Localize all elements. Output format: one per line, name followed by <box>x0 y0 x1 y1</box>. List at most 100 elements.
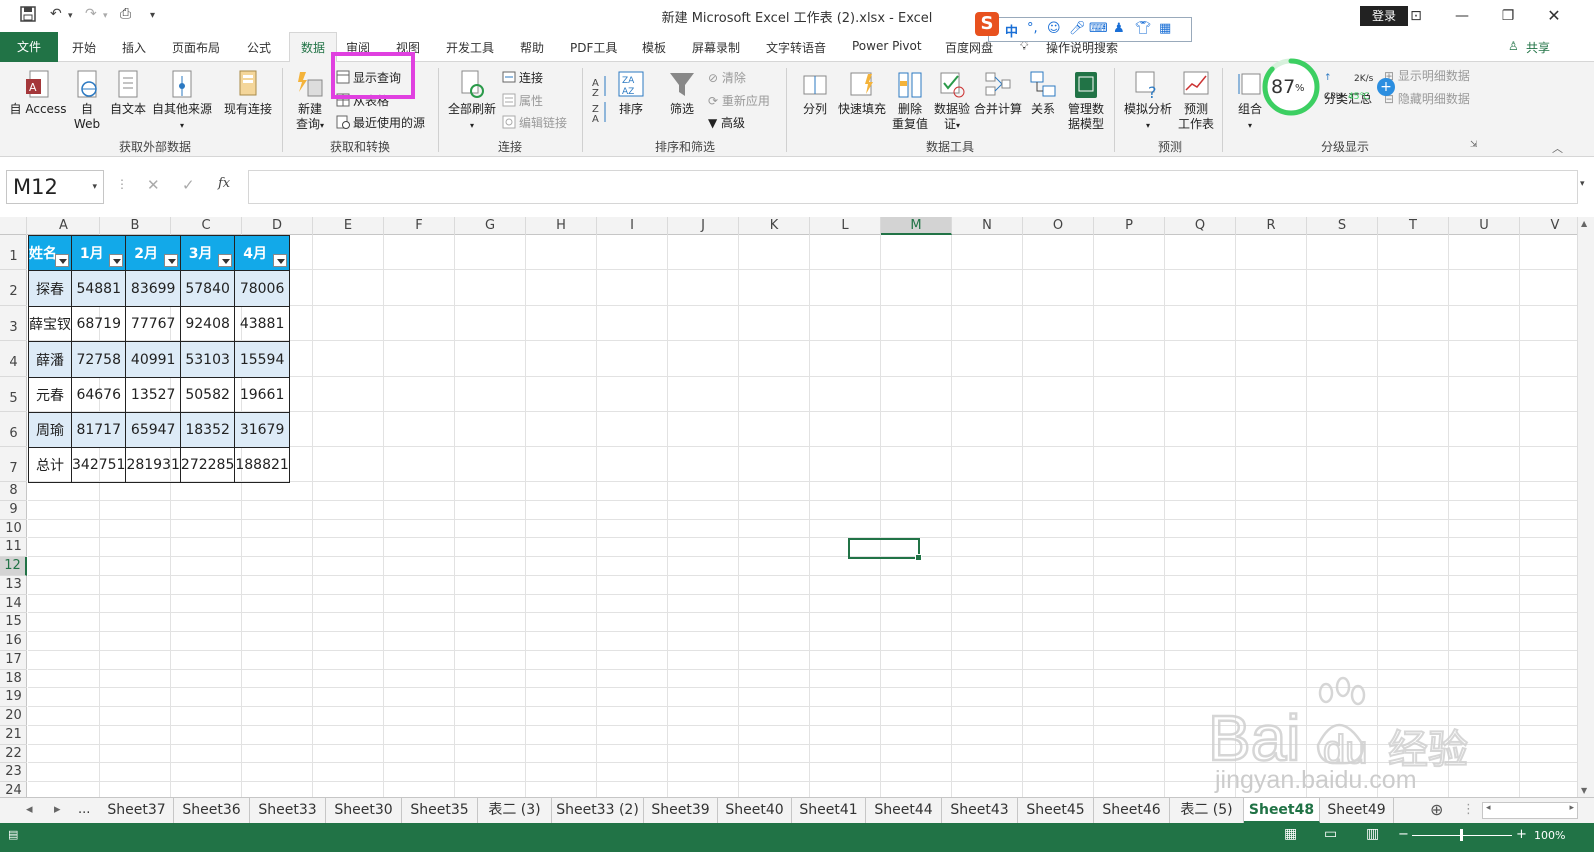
tab-developer[interactable]: 开发工具 <box>446 39 494 56</box>
skin-icon[interactable]: 👕︎ <box>1135 21 1152 36</box>
remove-duplicates-button[interactable]: 删除 重复值 <box>890 70 930 132</box>
table-cell[interactable]: 31679 <box>234 412 290 448</box>
column-header-q[interactable]: Q <box>1165 217 1236 235</box>
table-cell[interactable]: 83699 <box>125 270 181 307</box>
row-header-13[interactable]: 13 <box>0 576 27 595</box>
row-header-17[interactable]: 17 <box>0 651 27 670</box>
prev-sheet-icon[interactable]: ◂ <box>26 798 33 822</box>
edit-links-button[interactable]: 编辑链接 <box>502 115 567 131</box>
tab-templates[interactable]: 模板 <box>642 39 666 56</box>
close-icon[interactable]: ✕ <box>1534 4 1574 28</box>
filter-button[interactable]: 筛选 <box>666 70 698 117</box>
voice-icon[interactable]: 🎤︎ <box>1069 21 1086 36</box>
table-cell[interactable]: 元春 <box>28 377 72 413</box>
column-header-e[interactable]: E <box>313 217 384 235</box>
zoom-in-icon[interactable]: + <box>1516 827 1527 842</box>
sheet-tab-sheet33-2--6[interactable]: Sheet33 (2) <box>552 798 644 823</box>
sheet-tab-sheet36-1[interactable]: Sheet36 <box>174 798 250 823</box>
row-header-19[interactable]: 19 <box>0 688 27 707</box>
column-header-h[interactable]: H <box>526 217 597 235</box>
from-access-button[interactable]: A 自 Access <box>8 70 68 117</box>
row-header-8[interactable]: 8 <box>0 482 27 501</box>
row-header-15[interactable]: 15 <box>0 613 27 632</box>
advanced-filter-button[interactable]: ▼ 高级 <box>708 115 745 131</box>
select-all-corner[interactable] <box>0 217 27 235</box>
table-cell[interactable]: 64676 <box>70 377 127 413</box>
column-header-l[interactable]: L <box>810 217 881 235</box>
boost-icon[interactable]: + <box>1377 78 1395 96</box>
dialog-launcher-icon[interactable]: ⇲ <box>1470 140 1478 150</box>
tab-screen-record[interactable]: 屏幕录制 <box>692 39 740 56</box>
sheet-tab--3--5[interactable]: 表二 (3) <box>478 798 552 823</box>
sheet-tab-sheet44-10[interactable]: Sheet44 <box>866 798 942 823</box>
table-header-cell[interactable]: 4月 <box>234 235 290 271</box>
table-cell[interactable]: 92408 <box>179 306 236 342</box>
sheet-tab-sheet40-8[interactable]: Sheet40 <box>718 798 792 823</box>
flash-fill-button[interactable]: 快速填充 <box>836 70 888 117</box>
sheet-tab-sheet41-9[interactable]: Sheet41 <box>792 798 866 823</box>
row-header-2[interactable]: 2 <box>0 270 27 306</box>
cancel-edit-icon[interactable]: ✕ <box>147 176 160 194</box>
macro-record-icon[interactable]: ▤ <box>8 828 18 841</box>
table-cell[interactable]: 18352 <box>179 412 236 448</box>
expand-formula-bar-icon[interactable]: ▾ <box>1580 179 1585 189</box>
column-header-u[interactable]: U <box>1449 217 1520 235</box>
properties-button[interactable]: 属性 <box>502 93 543 109</box>
sort-button[interactable]: ZA AZ 排序 <box>616 70 646 117</box>
sheet-tab-sheet39-7[interactable]: Sheet39 <box>644 798 718 823</box>
column-header-a[interactable]: A <box>28 217 100 235</box>
name-box-dropdown-icon[interactable]: ▾ <box>92 171 97 203</box>
user-icon[interactable]: ♟ <box>1113 21 1125 36</box>
column-header-t[interactable]: T <box>1378 217 1449 235</box>
forecast-sheet-button[interactable]: 预测 工作表 <box>1176 70 1216 132</box>
reapply-button[interactable]: ⟳ 重新应用 <box>708 93 770 109</box>
keyboard-icon[interactable]: ⌨ <box>1089 21 1108 36</box>
tab-insert[interactable]: 插入 <box>122 39 146 56</box>
table-cell[interactable]: 40991 <box>125 341 181 378</box>
minimize-icon[interactable]: — <box>1442 4 1482 28</box>
column-header-f[interactable]: F <box>384 217 455 235</box>
ime-punct-toggle[interactable]: °, <box>1027 21 1038 36</box>
row-header-6[interactable]: 6 <box>0 412 27 447</box>
sheet-tab-sheet46-13[interactable]: Sheet46 <box>1094 798 1170 823</box>
more-sheets-button[interactable]: ... <box>78 798 90 822</box>
table-cell[interactable]: 13527 <box>125 377 181 413</box>
row-header-10[interactable]: 10 <box>0 520 27 539</box>
table-header-cell[interactable]: 2月 <box>125 235 181 271</box>
relationships-button[interactable]: 关系 <box>1028 70 1058 117</box>
row-header-23[interactable]: 23 <box>0 763 27 782</box>
column-header-n[interactable]: N <box>952 217 1023 235</box>
row-header-18[interactable]: 18 <box>0 670 27 689</box>
connections-button[interactable]: 连接 <box>502 70 543 86</box>
existing-connections-button[interactable]: 现有连接 <box>222 70 274 117</box>
vertical-scrollbar[interactable]: ▲ ▼ <box>1577 217 1594 797</box>
row-header-5[interactable]: 5 <box>0 377 27 412</box>
sheet-tab-sheet43-11[interactable]: Sheet43 <box>942 798 1018 823</box>
page-break-view-icon[interactable]: ▥ <box>1366 826 1379 842</box>
table-cell[interactable]: 周瑜 <box>28 412 72 448</box>
zoom-out-icon[interactable]: − <box>1398 827 1409 842</box>
column-header-b[interactable]: B <box>100 217 171 235</box>
column-header-o[interactable]: O <box>1023 217 1094 235</box>
row-header-12[interactable]: 12 <box>0 557 27 576</box>
row-header-14[interactable]: 14 <box>0 595 27 614</box>
table-header-cell[interactable]: 3月 <box>179 235 236 271</box>
ribbon-display-icon[interactable]: ⊡ <box>1396 4 1436 28</box>
zoom-level[interactable]: 100% <box>1534 829 1565 842</box>
table-cell[interactable]: 68719 <box>70 306 127 342</box>
row-header-1[interactable]: 1 <box>0 235 27 270</box>
column-header-d[interactable]: D <box>242 217 313 235</box>
zoom-slider-thumb[interactable] <box>1460 829 1463 841</box>
table-header-cell[interactable]: 姓名 <box>28 235 72 271</box>
tab-file[interactable]: 文件 <box>0 32 58 62</box>
page-layout-view-icon[interactable]: ▭ <box>1324 826 1337 842</box>
scroll-down-icon[interactable]: ▼ <box>1581 786 1587 795</box>
collapse-ribbon-icon[interactable]: ︿ <box>1552 140 1563 156</box>
tab-baidu-netdisk[interactable]: 百度网盘 <box>945 39 993 56</box>
row-header-24[interactable]: 24 <box>0 782 27 797</box>
column-header-s[interactable]: S <box>1307 217 1378 235</box>
column-header-j[interactable]: J <box>668 217 739 235</box>
table-cell[interactable]: 50582 <box>179 377 236 413</box>
tab-formulas[interactable]: 公式 <box>247 39 271 56</box>
active-cell-m12[interactable] <box>848 538 922 561</box>
